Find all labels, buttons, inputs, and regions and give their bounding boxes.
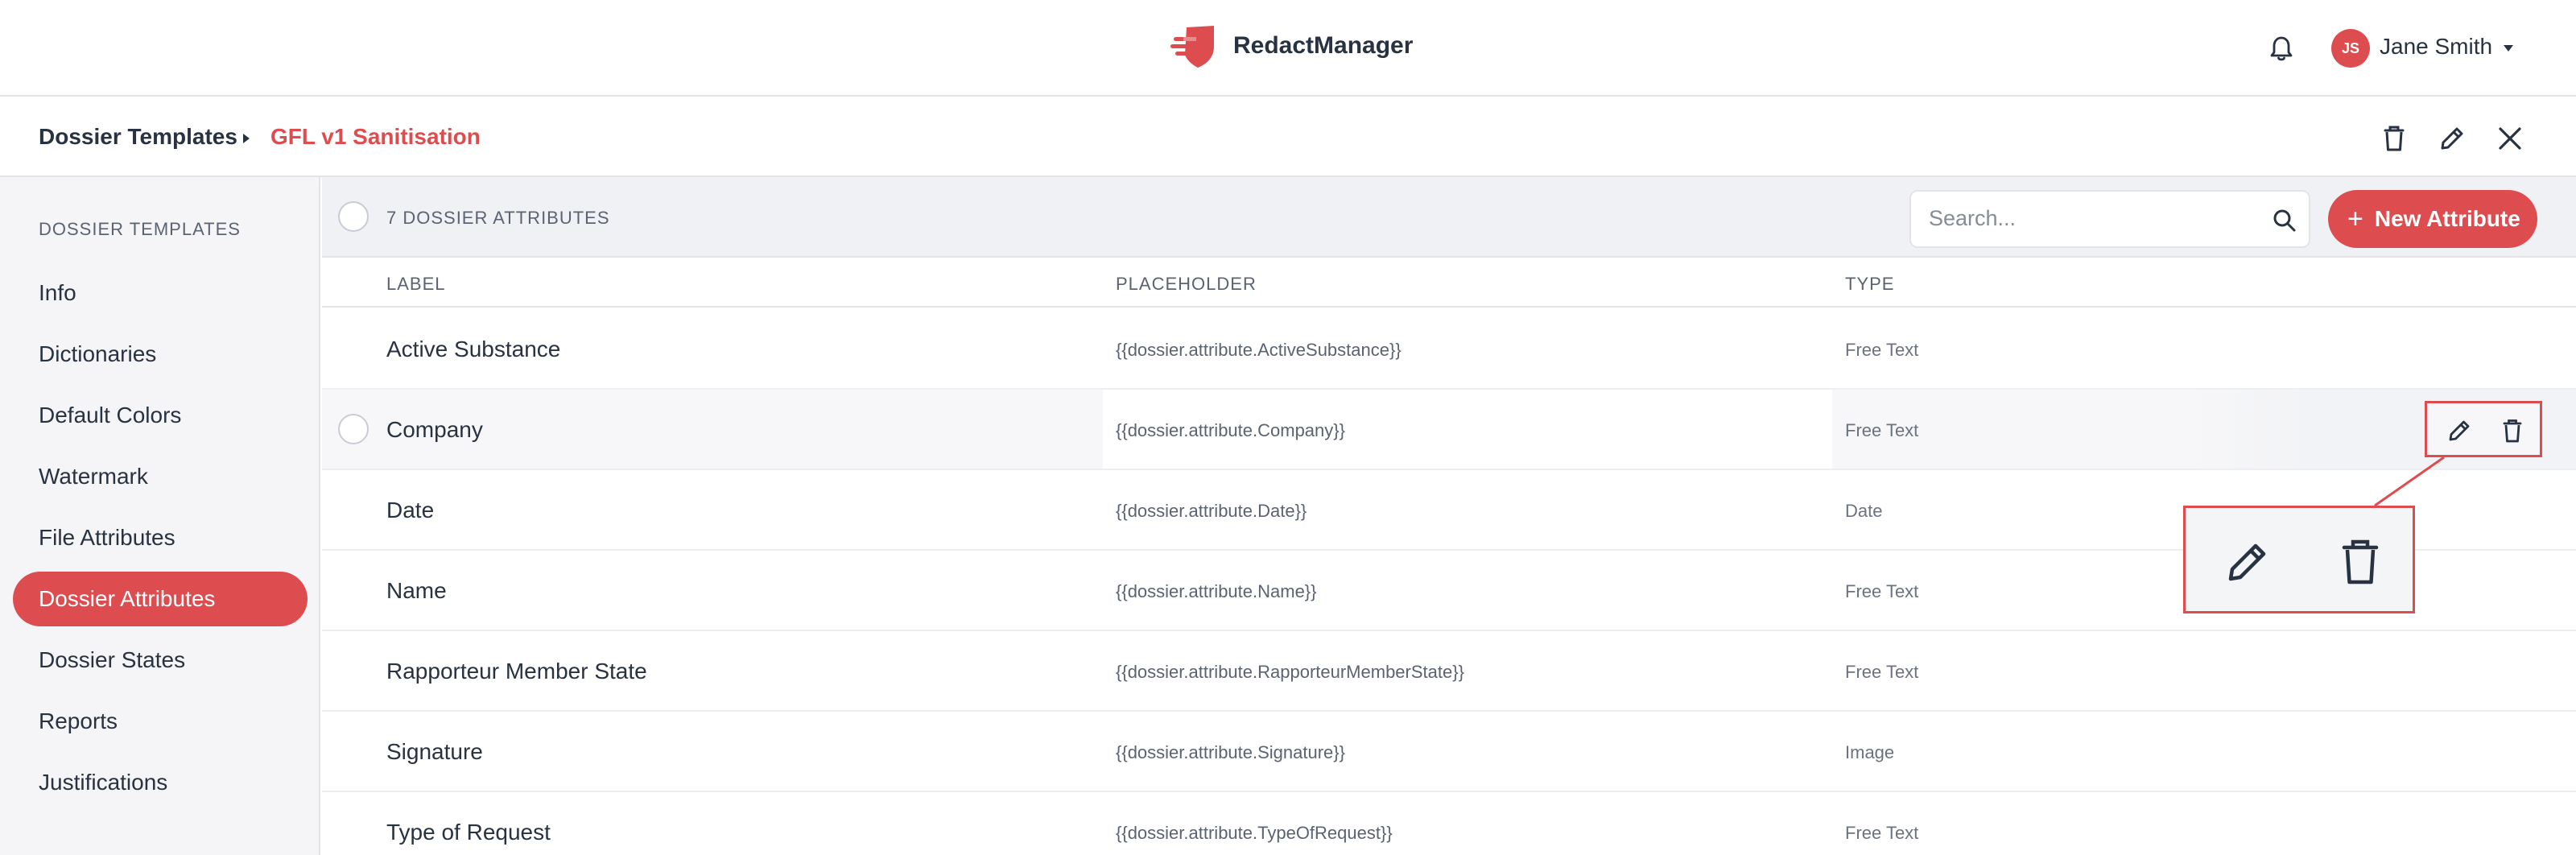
row-label: Signature <box>386 739 483 764</box>
row-placeholder: {{dossier.attribute.Name}} <box>1116 581 1317 601</box>
row-label: Date <box>386 498 435 522</box>
column-header-placeholder[interactable]: PLACEHOLDER <box>1116 274 1257 295</box>
row-label: Active Substance <box>386 337 561 361</box>
sidebar-item-dossier-attributes[interactable]: Dossier Attributes <box>13 572 308 626</box>
user-name[interactable]: Jane Smith <box>2380 34 2492 60</box>
row-placeholder: {{dossier.attribute.Company}} <box>1116 420 1345 440</box>
attribute-count: 7 DOSSIER ATTRIBUTES <box>386 208 610 228</box>
row-label: Rapporteur Member State <box>386 659 647 684</box>
table-header: LABEL PLACEHOLDER TYPE <box>322 259 2576 308</box>
bell-icon[interactable] <box>2267 34 2296 63</box>
row-placeholder: {{dossier.attribute.Signature}} <box>1116 742 1345 762</box>
row-type: Free Text <box>1845 581 1919 601</box>
plus-icon: + <box>2347 204 2363 234</box>
sidebar-item-dictionaries[interactable]: Dictionaries <box>13 327 308 382</box>
pencil-icon[interactable] <box>2436 122 2468 155</box>
caret-down-icon[interactable] <box>2502 43 2515 53</box>
row-label: Name <box>386 578 447 603</box>
row-type: Free Text <box>1845 420 1919 440</box>
app-header: RedactManager JS Jane Smith <box>0 0 2576 97</box>
chevron-right-icon <box>243 134 250 143</box>
row-placeholder: {{dossier.attribute.ActiveSubstance}} <box>1116 340 1402 360</box>
breadcrumb-root-link[interactable]: Dossier Templates <box>39 124 237 150</box>
search-box[interactable] <box>1909 190 2310 248</box>
sidebar-item-file-attributes[interactable]: File Attributes <box>13 510 308 565</box>
new-attribute-button[interactable]: + New Attribute <box>2328 190 2537 248</box>
row-select-checkbox[interactable] <box>338 414 369 444</box>
search-input[interactable] <box>1929 206 2251 231</box>
close-icon[interactable] <box>2494 122 2526 155</box>
row-type: Free Text <box>1845 340 1919 360</box>
zoom-pencil-icon <box>2228 543 2266 581</box>
table-row[interactable]: Rapporteur Member State {{dossier.attrib… <box>322 631 2576 712</box>
app-name: RedactManager <box>1233 32 1414 59</box>
row-type: Date <box>1845 501 1883 521</box>
column-header-type[interactable]: TYPE <box>1845 274 1894 295</box>
breadcrumb-current: GFL v1 Sanitisation <box>270 124 481 149</box>
edit-row-pencil-icon[interactable] <box>2445 416 2474 445</box>
sidebar-item-watermark[interactable]: Watermark <box>13 449 308 504</box>
select-all-checkbox[interactable] <box>338 201 369 232</box>
row-placeholder: {{dossier.attribute.Date}} <box>1116 501 1307 521</box>
avatar[interactable]: JS <box>2331 29 2370 68</box>
breadcrumb: Dossier Templates GFL v1 Sanitisation <box>0 98 2576 177</box>
column-header-label[interactable]: LABEL <box>386 274 446 295</box>
sidebar-item-dossier-states[interactable]: Dossier States <box>13 633 308 688</box>
zoom-trash-icon <box>2342 539 2379 584</box>
search-icon[interactable] <box>2272 208 2297 233</box>
table-row[interactable]: Active Substance {{dossier.attribute.Act… <box>322 309 2576 390</box>
sidebar-item-default-colors[interactable]: Default Colors <box>13 388 308 443</box>
sidebar-item-justifications[interactable]: Justifications <box>13 755 308 810</box>
row-type: Free Text <box>1845 662 1919 682</box>
row-placeholder: {{dossier.attribute.TypeOfRequest}} <box>1116 823 1393 843</box>
delete-row-trash-icon[interactable] <box>2498 416 2527 445</box>
trash-icon[interactable] <box>2378 122 2410 155</box>
new-attribute-label: New Attribute <box>2374 206 2520 231</box>
sidebar-item-reports[interactable]: Reports <box>13 694 308 749</box>
row-actions <box>2425 401 2542 457</box>
sidebar-heading: DOSSIER TEMPLATES <box>39 219 241 239</box>
zoom-callout <box>2183 506 2415 613</box>
row-label: Company <box>386 417 483 442</box>
list-toolbar: 7 DOSSIER ATTRIBUTES + New Attribute <box>322 177 2576 258</box>
app-logo-icon[interactable] <box>1170 23 1219 71</box>
row-placeholder: {{dossier.attribute.RapporteurMemberStat… <box>1116 662 1464 682</box>
table-row[interactable]: Type of Request {{dossier.attribute.Type… <box>322 792 2576 855</box>
table-row[interactable]: Signature {{dossier.attribute.Signature}… <box>322 712 2576 792</box>
row-label: Type of Request <box>386 820 551 845</box>
sidebar: DOSSIER TEMPLATES Info Dictionaries Defa… <box>0 177 320 855</box>
row-type: Free Text <box>1845 823 1919 843</box>
row-type: Image <box>1845 742 1895 762</box>
table-row-hovered[interactable]: Company {{dossier.attribute.Company}} Fr… <box>322 390 2576 470</box>
sidebar-item-info[interactable]: Info <box>13 266 308 320</box>
